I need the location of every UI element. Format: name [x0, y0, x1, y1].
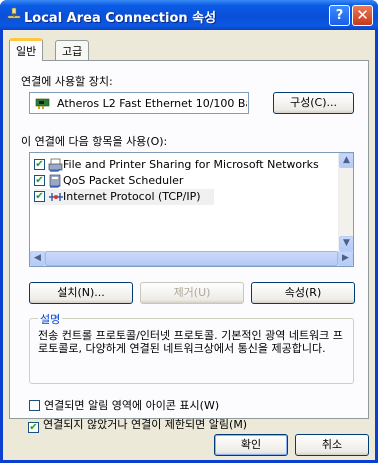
- close-button[interactable]: ✕: [352, 5, 373, 26]
- vertical-scrollbar[interactable]: ▲ ▼: [338, 153, 353, 251]
- install-button[interactable]: 설치(N)...: [29, 282, 133, 304]
- items-label: 이 연결에 다음 항목을 사용(O):: [21, 135, 168, 148]
- item-checkbox[interactable]: ✔: [34, 175, 45, 186]
- tab-general[interactable]: 일반: [9, 38, 44, 61]
- properties-button[interactable]: 속성(R): [251, 282, 355, 304]
- list-item-selected[interactable]: ✔ Internet Protocol (TCP/IP): [34, 189, 214, 205]
- item-checkbox[interactable]: ✔: [34, 191, 45, 202]
- uninstall-button: 제거(U): [140, 282, 244, 304]
- notify-checkbox[interactable]: ✔: [28, 422, 39, 433]
- scroll-left-icon[interactable]: ◀: [30, 251, 45, 266]
- dialog-body: 일반 고급 연결에 사용할 장치: Atheros L2 Fast Ethern…: [3, 30, 375, 460]
- qos-icon: [49, 174, 61, 188]
- show-icon-option[interactable]: 연결되면 알림 영역에 아이콘 표시(W): [29, 397, 219, 413]
- horizontal-scrollbar[interactable]: ◀ ▶: [30, 251, 353, 266]
- item-label: Internet Protocol (TCP/IP): [63, 190, 201, 203]
- show-icon-label: 연결되면 알림 영역에 아이콘 표시(W): [44, 399, 220, 412]
- description-group: 설명 전송 컨트롤 프로토콜/인터넷 프로토콜. 기본적인 광역 네트워크 프로…: [29, 311, 354, 384]
- configure-button[interactable]: 구성(C)...: [273, 92, 354, 114]
- network-connection-icon: [7, 7, 21, 19]
- network-adapter-icon: [35, 98, 50, 109]
- item-label: File and Printer Sharing for Microsoft N…: [63, 158, 319, 171]
- cancel-button[interactable]: 취소: [295, 434, 369, 456]
- components-list[interactable]: ✔ File and Printer Sharing for Microsoft…: [29, 152, 354, 267]
- window-title: Local Area Connection 속성: [24, 11, 217, 26]
- properties-dialog: Local Area Connection 속성 ? ✕ 일반 고급 연결에 사…: [0, 0, 378, 463]
- adapter-field: Atheros L2 Fast Ethernet 10/100 Base: [29, 92, 249, 114]
- ok-button[interactable]: 확인: [214, 434, 288, 456]
- notify-label: 연결되지 않았거나 연결이 제한되면 알림(M): [43, 418, 248, 431]
- help-button[interactable]: ?: [329, 5, 350, 26]
- item-label: QoS Packet Scheduler: [63, 174, 184, 187]
- scroll-right-icon[interactable]: ▶: [338, 251, 353, 266]
- title-bar[interactable]: Local Area Connection 속성 ? ✕: [0, 0, 378, 30]
- scroll-down-icon[interactable]: ▼: [339, 236, 353, 251]
- scroll-up-icon[interactable]: ▲: [339, 153, 353, 168]
- connect-using-label: 연결에 사용할 장치:: [21, 75, 113, 88]
- tab-advanced[interactable]: 고급: [55, 40, 90, 60]
- adapter-name: Atheros L2 Fast Ethernet 10/100 Base: [57, 97, 247, 110]
- description-title: 설명: [38, 311, 63, 327]
- general-tab-panel: 연결에 사용할 장치: Atheros L2 Fast Ethernet 10/…: [9, 60, 369, 419]
- scroll-thumb[interactable]: [45, 251, 338, 266]
- notify-option[interactable]: ✔ 연결되지 않았거나 연결이 제한되면 알림(M): [28, 416, 248, 433]
- printer-share-icon: [48, 158, 63, 172]
- protocol-icon: [49, 193, 63, 201]
- item-checkbox[interactable]: ✔: [34, 159, 45, 170]
- description-text: 전송 컨트롤 프로토콜/인터넷 프로토콜. 기본적인 광역 네트워크 프로토콜로…: [38, 329, 343, 355]
- show-icon-checkbox[interactable]: [29, 400, 40, 411]
